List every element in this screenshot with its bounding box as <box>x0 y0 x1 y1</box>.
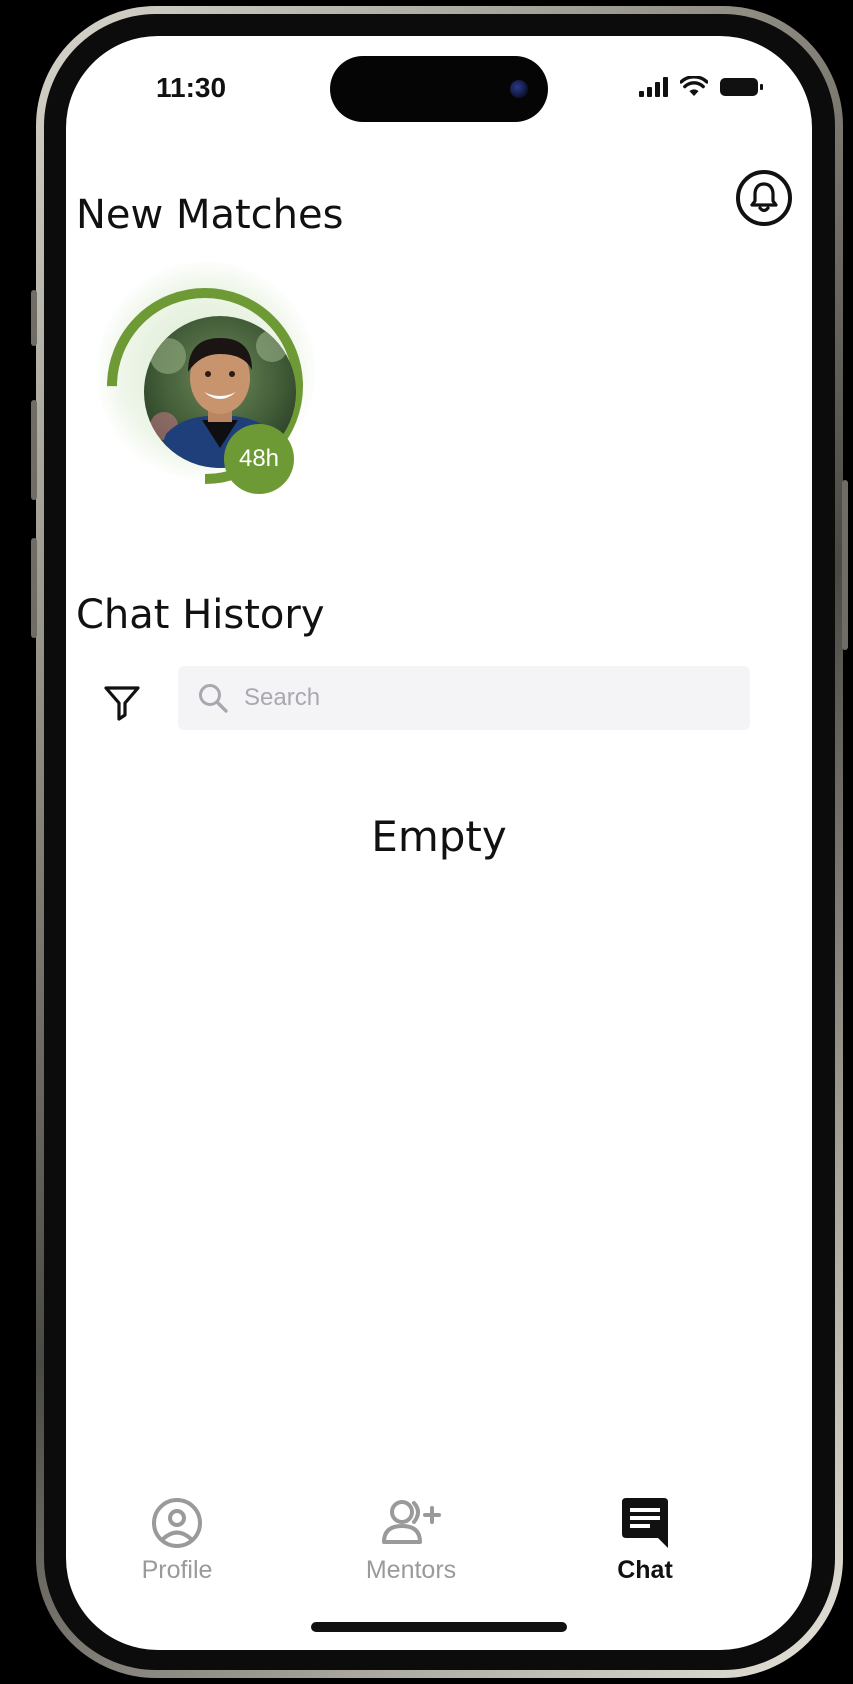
bottom-tab-bar: Profile Mentors Chat <box>66 1496 812 1606</box>
signal-icon <box>639 77 668 97</box>
filter-icon <box>104 686 140 721</box>
tab-profile[interactable]: Profile <box>92 1496 262 1585</box>
search-box[interactable] <box>178 666 750 730</box>
status-time: 11:30 <box>156 72 227 103</box>
home-indicator[interactable] <box>311 1622 567 1632</box>
match-timer-badge: 48h <box>224 424 294 494</box>
volume-up-button <box>31 400 37 500</box>
app-screen: 11:30 New Matches 48h Chat History Searc… <box>66 36 812 1650</box>
status-icons <box>639 76 763 98</box>
search-input[interactable] <box>242 683 706 713</box>
tab-chat[interactable]: Chat <box>560 1496 730 1585</box>
power-button <box>842 480 848 650</box>
dynamic-island <box>330 56 548 122</box>
mentors-icon <box>382 1500 441 1544</box>
search-icon <box>199 684 228 713</box>
notifications-button[interactable] <box>736 170 792 226</box>
empty-state-text: Empty <box>371 812 507 861</box>
tab-label: Profile <box>141 1556 213 1584</box>
filter-button[interactable] <box>102 682 142 722</box>
new-match-item[interactable]: 48h <box>86 246 336 496</box>
wifi-icon <box>680 76 708 96</box>
battery-icon <box>720 78 763 96</box>
chat-icon <box>622 1498 668 1548</box>
tab-label: Mentors <box>365 1556 457 1584</box>
volume-down-button <box>31 538 37 638</box>
chat-history-title: Chat History <box>76 592 325 638</box>
profile-icon <box>152 1498 202 1548</box>
camera-icon <box>510 80 528 98</box>
tab-mentors[interactable]: Mentors <box>326 1496 496 1585</box>
silent-switch <box>31 290 37 346</box>
new-matches-title: New Matches <box>76 192 344 238</box>
tab-label: Chat <box>617 1556 673 1584</box>
bell-icon <box>750 182 778 213</box>
